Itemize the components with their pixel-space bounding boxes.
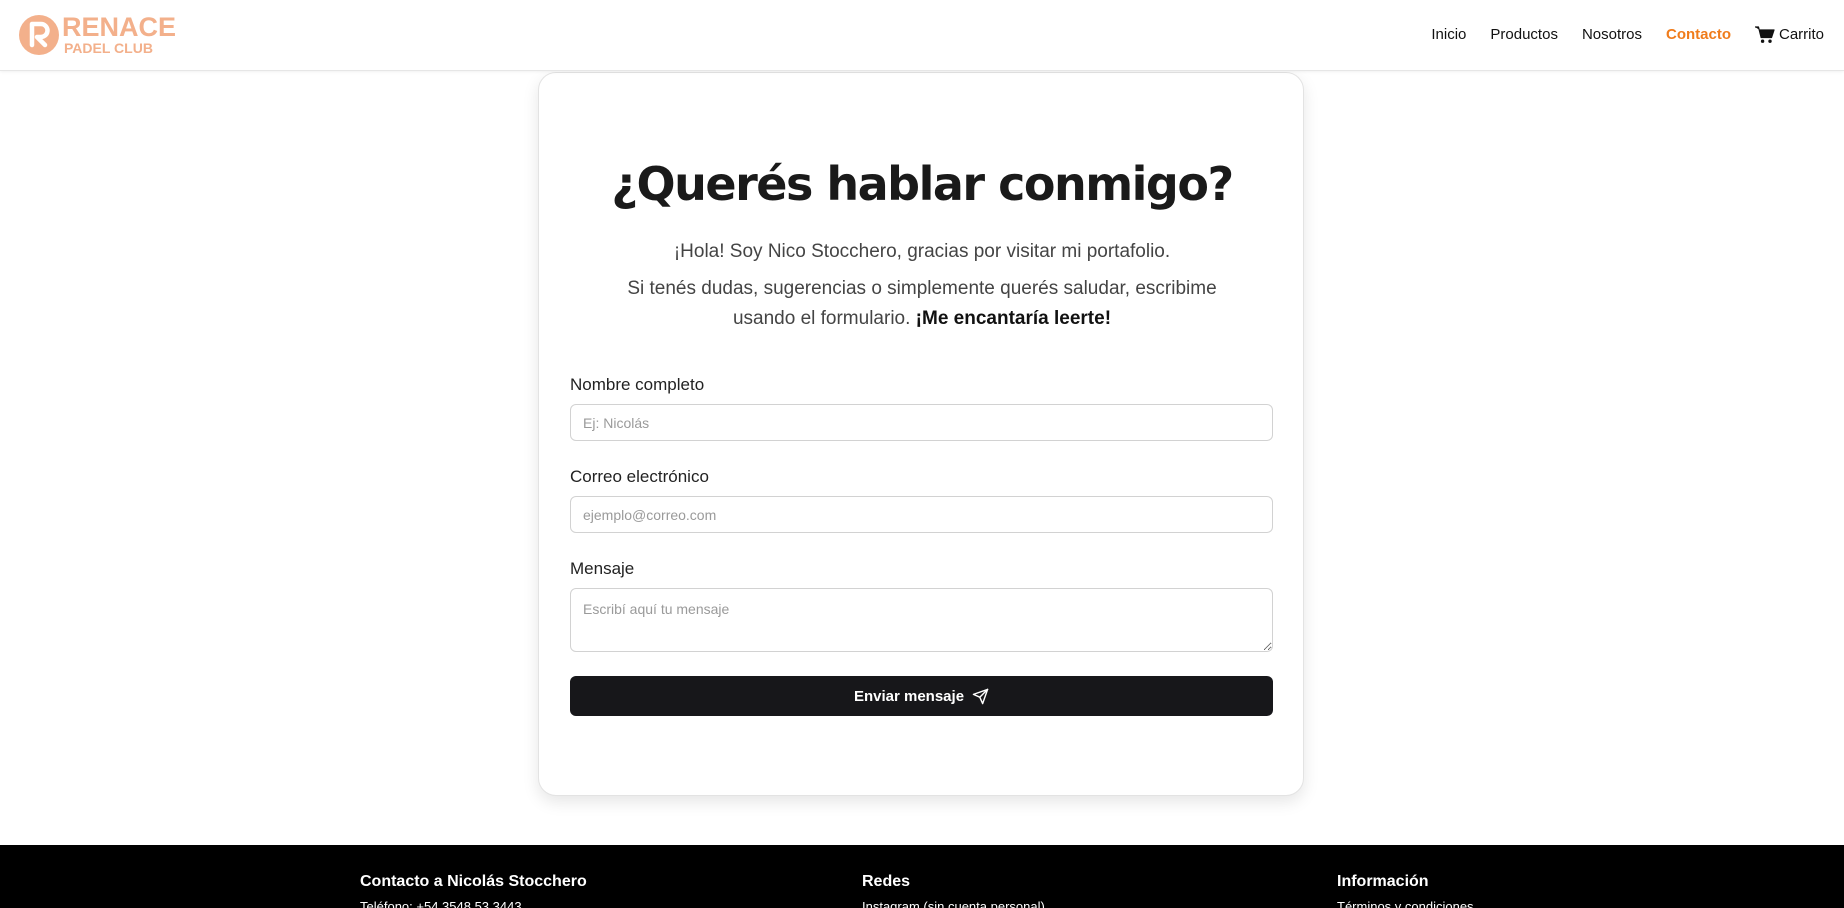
site-footer: Contacto a Nicolás Stocchero Teléfono: +… [0, 845, 1844, 908]
email-field[interactable] [570, 496, 1273, 533]
site-header: RENACE PADEL CLUB Inicio Productos Nosot… [0, 0, 1844, 71]
footer-info-column: Información Términos y condiciones [1337, 872, 1474, 908]
intro-line-1: ¡Hola! Soy Nico Stocchero, gracias por v… [673, 241, 1171, 262]
message-label: Mensaje [570, 559, 635, 578]
racket-logo-icon [18, 14, 60, 56]
brand-title: RENACE [62, 12, 177, 42]
brand-subtitle: PADEL CLUB [64, 40, 153, 56]
send-message-label: Enviar mensaje [853, 687, 965, 705]
send-icon [972, 688, 989, 704]
footer-social-column: Redes Instagram (sin cuenta personal) [862, 872, 1045, 908]
main-nav: Inicio Productos Nosotros Contacto Carri… [1407, 24, 1824, 46]
contact-card: ¿Querés hablar conmigo? ¡Hola! Soy Nico … [538, 72, 1304, 796]
nav-contacto[interactable]: Contacto [1666, 24, 1731, 46]
brand-logo[interactable]: RENACE PADEL CLUB [18, 14, 176, 56]
message-field[interactable] [570, 588, 1273, 652]
nav-inicio[interactable]: Inicio [1431, 24, 1466, 46]
intro-text: ¡Hola! Soy Nico Stocchero, gracias por v… [599, 237, 1245, 334]
brand-wordmark: RENACE PADEL CLUB [62, 12, 212, 57]
nav-carrito[interactable]: Carrito [1754, 24, 1824, 46]
send-message-button[interactable]: Enviar mensaje [570, 676, 1273, 716]
name-label: Nombre completo [570, 375, 705, 394]
page-title: ¿Querés hablar conmigo? [611, 157, 1234, 211]
footer-phone[interactable]: Teléfono: +54 3548 53 3443 [360, 898, 587, 908]
intro-line-2: Si tenés dudas, sugerencias o simplement… [599, 274, 1245, 334]
cart-label: Carrito [1778, 26, 1824, 43]
footer-contact-column: Contacto a Nicolás Stocchero Teléfono: +… [360, 872, 587, 908]
nav-productos[interactable]: Productos [1490, 24, 1558, 46]
footer-info-title: Información [1337, 873, 1429, 890]
footer-terms-link[interactable]: Términos y condiciones [1337, 898, 1474, 908]
name-field[interactable] [570, 404, 1273, 441]
intro-emphasis: ¡Me encantaría leerte! [915, 308, 1112, 329]
cart-icon [1754, 26, 1775, 43]
nav-nosotros[interactable]: Nosotros [1582, 24, 1642, 46]
footer-contact-title: Contacto a Nicolás Stocchero [360, 873, 587, 890]
footer-instagram-link[interactable]: Instagram (sin cuenta personal) [862, 898, 1045, 908]
footer-social-title: Redes [862, 873, 911, 890]
email-label: Correo electrónico [570, 467, 709, 486]
